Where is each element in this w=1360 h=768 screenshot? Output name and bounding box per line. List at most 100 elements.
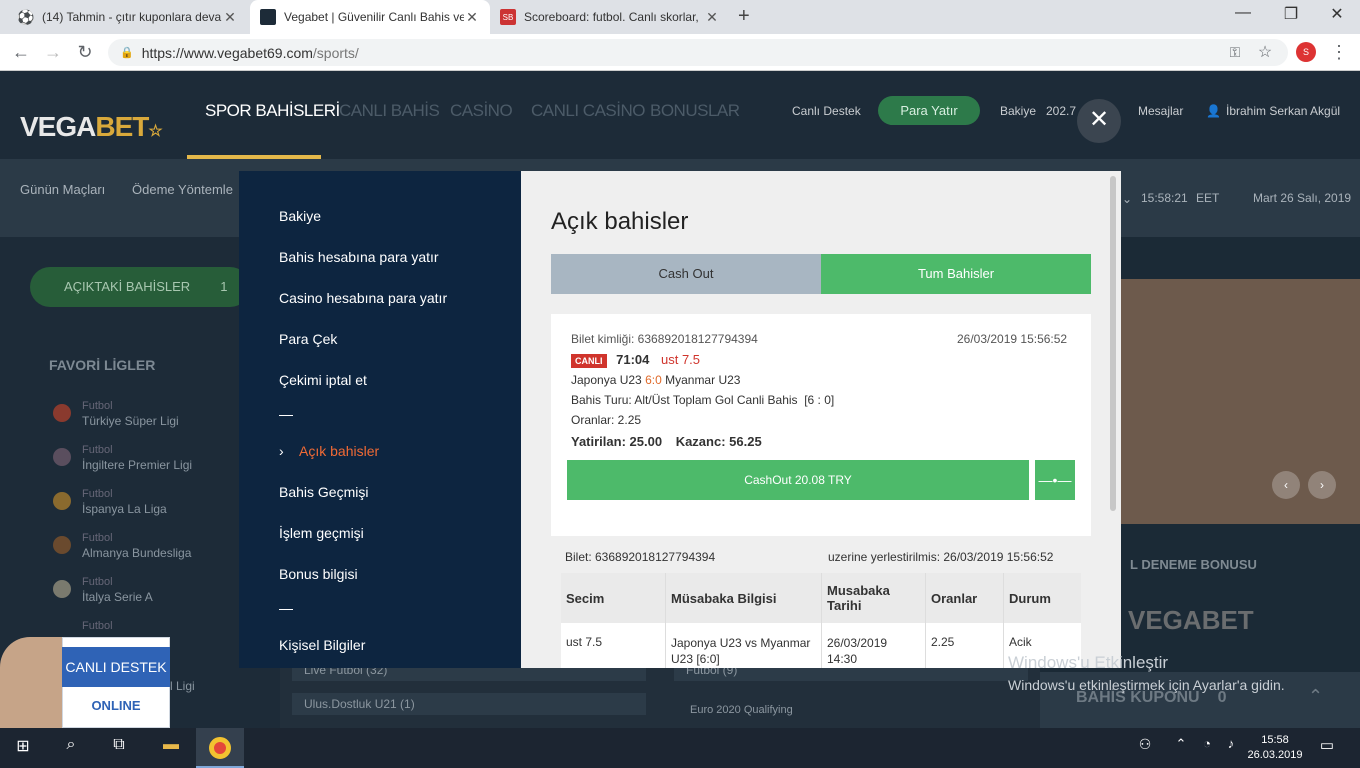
user-menu[interactable]: İbrahim Serkan Akgül [1226, 104, 1340, 118]
window-close-icon[interactable]: ✕ [1322, 4, 1352, 24]
search-icon[interactable]: ⌕ [56, 736, 86, 754]
carousel-prev-icon[interactable]: ‹ [1272, 471, 1300, 499]
vegabet-logo[interactable]: VEGABET☆ [20, 111, 163, 143]
system-clock[interactable]: 15:58 26.03.2019 [1247, 733, 1303, 763]
menu-islem-gecmisi[interactable]: İşlem geçmişi [279, 525, 364, 541]
balance-value: 202.7 [1046, 104, 1077, 118]
ticket-details: Bilet: 636892018127794394 uzerine yerles… [551, 536, 1091, 668]
cell-secim: ust 7.5 [566, 635, 603, 649]
timezone-select[interactable]: EET [1196, 191, 1219, 205]
clock-time: 15:58:21 [1141, 191, 1188, 205]
profile-avatar[interactable]: S [1296, 42, 1316, 62]
menu-bonus-bilgisi[interactable]: Bonus bilgisi [279, 566, 358, 582]
carousel-next-icon[interactable]: › [1308, 471, 1336, 499]
nav-spor-bahisleri[interactable]: SPOR BAHİSLERİ [205, 101, 340, 121]
minimize-icon[interactable]: — [1228, 4, 1258, 22]
league-partial[interactable]: l Ligi [170, 679, 195, 693]
col-musabaka-bilgisi: Müsabaka Bilgisi [671, 591, 777, 606]
menu-bahis-para-yatir[interactable]: Bahis hesabına para yatır [279, 249, 439, 265]
close-tab-icon[interactable]: ✕ [704, 9, 720, 26]
league-item[interactable]: Futbol İspanya La Liga [82, 488, 167, 516]
live-support-link[interactable]: Canlı Destek [792, 104, 861, 118]
close-tab-icon[interactable]: ✕ [222, 9, 238, 26]
competition-name: Euro 2020 Qualifying [690, 704, 793, 716]
league-row[interactable]: Ulus.Dostluk U21 (1) [292, 693, 646, 715]
tab-tum-bahisler[interactable]: Tum Bahisler [821, 254, 1091, 294]
star-icon[interactable]: ☆ [1254, 42, 1276, 62]
task-view-icon[interactable]: ⧉ [104, 736, 134, 754]
browser-tab-1[interactable]: ⚽ (14) Tahmin - çıtır kuponlara deva ✕ [8, 0, 248, 34]
menu-divider [279, 609, 293, 610]
menu-dots-icon[interactable]: ⋮ [1328, 42, 1350, 63]
league-item[interactable]: Futbol İngiltere Premier Ligi [82, 444, 192, 472]
menu-chevron-right-icon: › [279, 443, 284, 459]
tab-cash-out[interactable]: Cash Out [551, 254, 821, 294]
chevron-up-icon[interactable]: ⌃ [1308, 686, 1323, 707]
spain-flag-icon [53, 492, 71, 510]
chrome-icon [209, 737, 231, 759]
italy-flag-icon [53, 580, 71, 598]
subnav-gunun-maclari[interactable]: Günün Maçları [20, 182, 105, 197]
menu-casino-para-yatir[interactable]: Casino hesabına para yatır [279, 290, 447, 306]
notifications-icon[interactable]: ▭ [1312, 736, 1342, 754]
maximize-icon[interactable]: ❐ [1276, 4, 1306, 24]
scrollbar[interactable] [1110, 176, 1116, 511]
volume-icon[interactable]: ♪ [1216, 736, 1246, 751]
windows-start-icon[interactable]: ⊞ [8, 736, 38, 756]
deposit-button[interactable]: Para Yatır [878, 96, 980, 125]
league-item[interactable]: Futbol Türkiye Süper Ligi [82, 400, 179, 428]
activation-watermark-text: Windows'u etkinleştirmek için Ayarlar'a … [1008, 677, 1285, 693]
back-icon[interactable]: ← [10, 42, 32, 63]
stake-and-win: Yatirilan: 25.00 Kazanc: 56.25 [571, 434, 762, 449]
account-modal: Bakiye Bahis hesabına para yatır Casino … [239, 171, 1121, 668]
match-minute: 71:04 [616, 352, 650, 367]
col-musabaka-tarihi: Musabaka Tarihi [827, 583, 890, 613]
nav-canli-casino[interactable]: CANLI CASİNO [531, 101, 645, 121]
menu-bahis-gecmisi[interactable]: Bahis Geçmişi [279, 484, 368, 500]
col-durum: Durum [1009, 591, 1051, 606]
open-bets-button[interactable]: AÇIKTAKİ BAHİSLER 1 [30, 267, 250, 307]
close-tab-icon[interactable]: ✕ [464, 9, 480, 26]
germany-flag-icon [53, 536, 71, 554]
subnav-odeme[interactable]: Ödeme Yöntemle [132, 182, 233, 197]
page-title: Açık bahisler [551, 208, 689, 235]
menu-kisisel-bilgiler[interactable]: Kişisel Bilgiler [279, 637, 365, 653]
address-bar[interactable]: 🔒 https://www.vegabet69.com/sports/ [108, 39, 1288, 66]
menu-para-cek[interactable]: Para Çek [279, 331, 337, 347]
url-path: /sports/ [312, 44, 359, 61]
forward-icon[interactable]: → [42, 42, 64, 63]
menu-bakiye[interactable]: Bakiye [279, 208, 321, 224]
nav-canli-bahis[interactable]: CANLI BAHİS [339, 101, 440, 121]
bonus-title: L DENEME BONUSU [1130, 557, 1257, 572]
live-badge: CANLI [571, 354, 607, 368]
column-divider [925, 573, 926, 668]
league-item[interactable]: Futbol [82, 620, 113, 632]
menu-acik-bahisler[interactable]: Açık bahisler [299, 443, 379, 459]
reload-icon[interactable]: ↻ [74, 42, 96, 63]
match-line: Japonya U23 6:0 Myanmar U23 [571, 373, 741, 387]
live-chat-label[interactable]: CANLI DESTEK [62, 647, 170, 687]
support-agent-avatar[interactable] [0, 637, 62, 728]
league-item[interactable]: Futbol Almanya Bundesliga [82, 532, 191, 560]
nav-bonuslar[interactable]: BONUSLAR [650, 101, 740, 121]
browser-tab-bar: ⚽ (14) Tahmin - çıtır kuponlara deva ✕ V… [0, 0, 1360, 34]
nav-casino[interactable]: CASİNO [450, 101, 513, 121]
key-icon[interactable]: ⚿ [1224, 44, 1246, 61]
bet-card: Bilet kimliği: 636892018127794394 26/03/… [551, 314, 1091, 536]
messages-link[interactable]: Mesajlar [1138, 104, 1183, 118]
ticket-id: Bilet kimliği: 636892018127794394 [571, 332, 758, 346]
menu-cekimi-iptal[interactable]: Çekimi iptal et [279, 372, 367, 388]
browser-tab-2[interactable]: Vegabet | Güvenilir Canlı Bahis ve ✕ [250, 0, 490, 34]
modal-close-button[interactable]: ✕ [1077, 99, 1121, 143]
league-item[interactable]: Futbol İtalya Serie A [82, 576, 153, 604]
partial-cashout-slider-icon[interactable]: —•— [1035, 460, 1075, 500]
browser-tab-3[interactable]: SB Scoreboard: futbol. Canlı skorlar, ✕ [490, 0, 730, 34]
activation-watermark-title: Windows'u Etkinleştir [1008, 653, 1169, 672]
online-status: ONLINE [91, 698, 141, 713]
england-flag-icon [53, 448, 71, 466]
column-divider [1003, 573, 1004, 668]
new-tab-icon[interactable]: + [738, 5, 750, 28]
cashout-button[interactable]: CashOut 20.08 TRY [567, 460, 1029, 500]
people-icon[interactable]: ⚇ [1130, 736, 1160, 753]
file-explorer-icon[interactable]: ▬ [156, 736, 186, 754]
